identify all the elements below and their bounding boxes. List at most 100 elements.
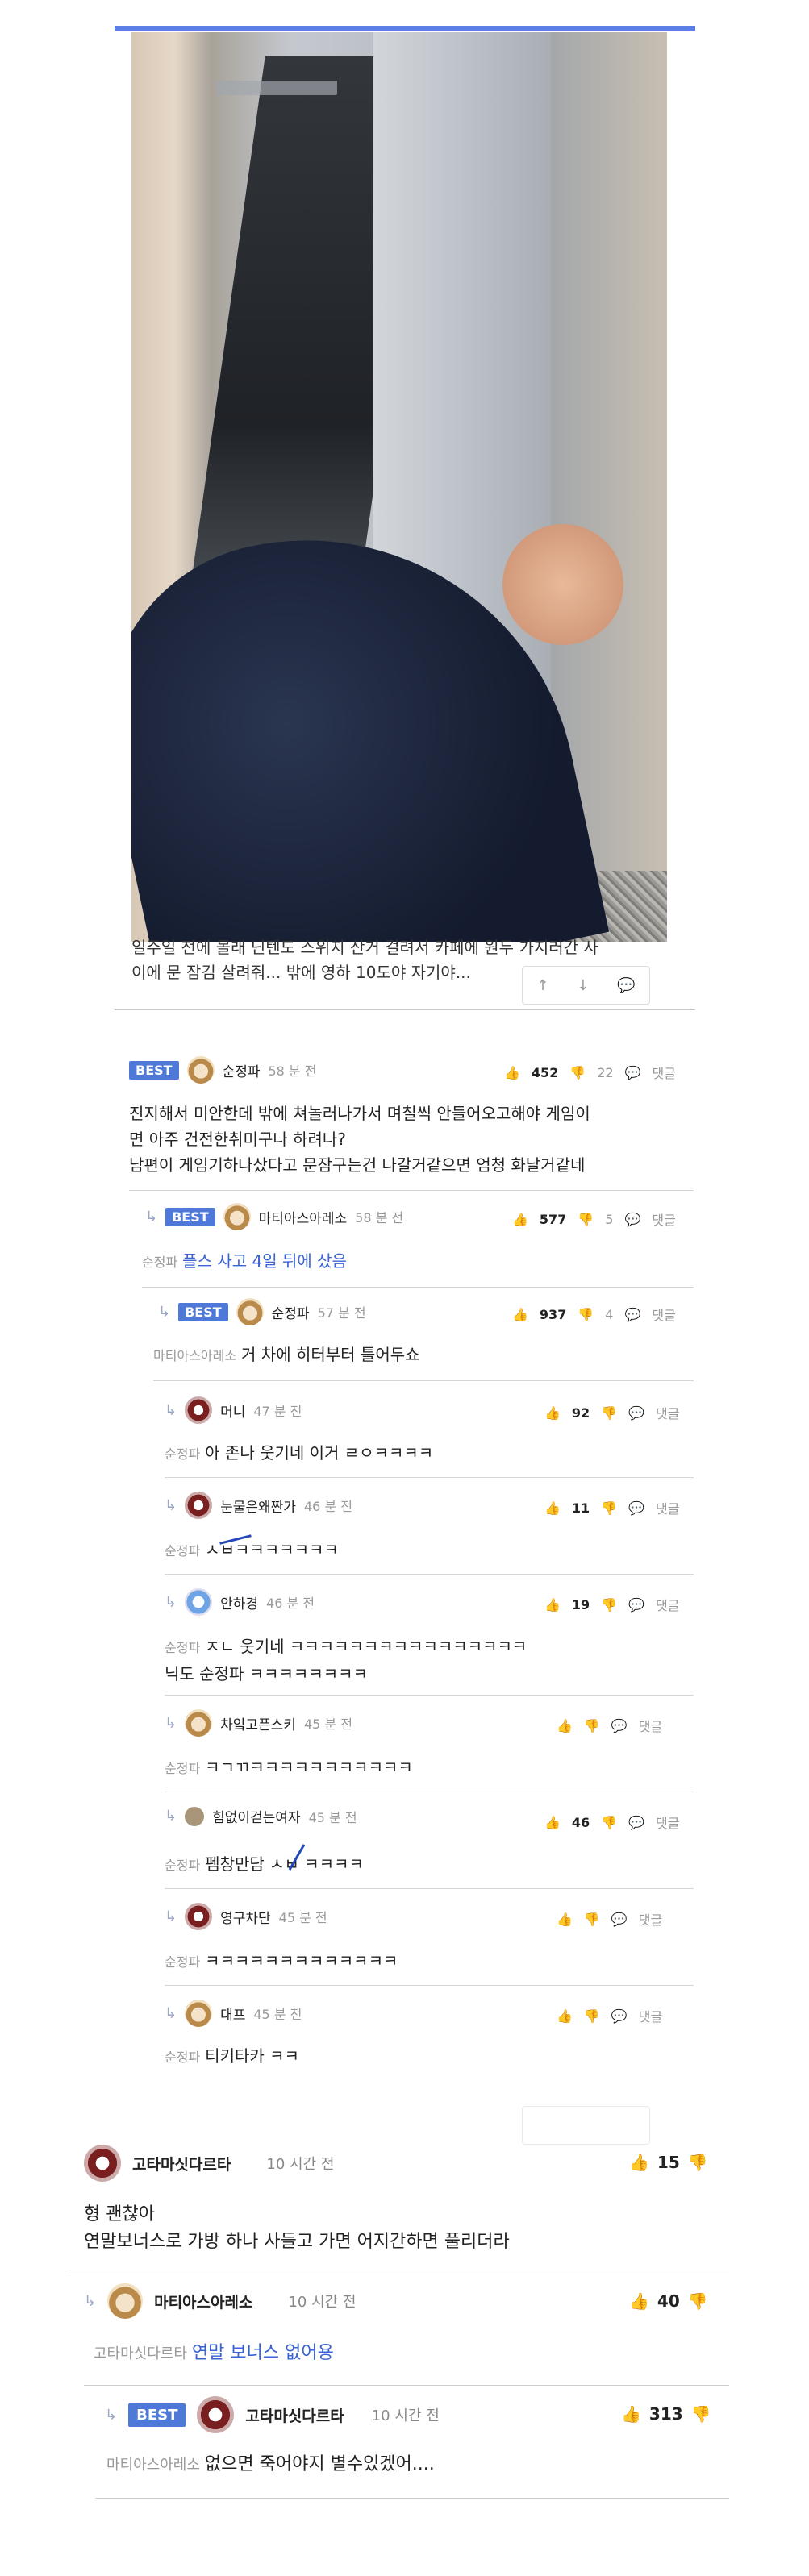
thumbs-down-icon[interactable]: 👎 (601, 1500, 617, 1516)
comment-author[interactable]: 마티아스아레소 (259, 1207, 347, 1227)
reply-link[interactable]: 댓글 (656, 1403, 679, 1422)
speech-icon[interactable]: 💬 (628, 1500, 644, 1516)
speech-icon[interactable]: 💬 (625, 1065, 641, 1080)
reply-link[interactable]: 댓글 (639, 1716, 662, 1735)
speech-icon[interactable]: 💬 (611, 1912, 628, 1927)
avatar[interactable] (185, 2000, 213, 2027)
comment-author[interactable]: 고타마싯다르타 (132, 2153, 231, 2174)
thumbs-down-icon[interactable]: 👎 (584, 1718, 600, 1733)
thumbs-up-icon[interactable]: 👍 (512, 1307, 528, 1322)
speech-icon[interactable]: 💬 (628, 1815, 644, 1830)
comment-header: ↳ BEST 마티아스아레소 58 분 전 (145, 1203, 403, 1230)
thumbs-down-icon[interactable]: 👎 (601, 1597, 617, 1613)
upvote-count: 313 (648, 2404, 683, 2424)
comment-time: 10 시간 전 (288, 2294, 357, 2311)
speech-icon[interactable]: 💬 (628, 1405, 644, 1421)
reply-link[interactable]: 댓글 (639, 2006, 662, 2025)
comment-author[interactable]: 고타마싯다르타 (245, 2404, 344, 2426)
thumbs-up-icon[interactable]: 👍 (504, 1065, 520, 1080)
speech-icon[interactable]: 💬 (611, 2008, 628, 2024)
thumbs-up-icon[interactable]: 👍 (629, 2153, 649, 2172)
comment-author[interactable]: 순정파 (272, 1302, 310, 1322)
comment-header: ↳ 영구차단 45 분 전 (165, 1903, 327, 1930)
reply-link[interactable]: 댓글 (652, 1305, 675, 1324)
thumbs-up-icon[interactable]: 👍 (544, 1405, 561, 1421)
avatar[interactable] (197, 2396, 235, 2433)
thumbs-up-icon[interactable]: 👍 (544, 1597, 561, 1613)
comment-author[interactable]: 영구차단 (220, 1907, 271, 1927)
avatar[interactable] (185, 1903, 213, 1930)
thumbs-down-icon[interactable]: 👎 (569, 1065, 586, 1080)
comment-icon[interactable]: 💬 (617, 977, 635, 994)
thumbs-down-icon[interactable]: 👎 (601, 1815, 617, 1830)
comment-body: 마티아스아레소 없으면 죽어야지 별수있겠어.... (106, 2451, 435, 2479)
speech-icon[interactable]: 💬 (628, 1597, 644, 1613)
comment-body: 마티아스아레소 거 차에 히터부터 틀어두쇼 (153, 1342, 420, 1369)
comment-author[interactable]: 안하경 (220, 1592, 258, 1613)
thumbs-up-icon[interactable]: 👍 (512, 1212, 528, 1227)
avatar[interactable] (185, 1588, 213, 1616)
thumbs-down-icon[interactable]: 👎 (584, 1912, 600, 1927)
avatar[interactable] (84, 2145, 121, 2182)
reply-link[interactable]: 댓글 (656, 1498, 679, 1517)
comment-divider (165, 1477, 694, 1478)
thumbs-down-icon[interactable]: 👎 (688, 2291, 708, 2311)
thumbs-up-icon[interactable]: 👍 (629, 2291, 649, 2311)
avatar[interactable] (186, 1056, 215, 1084)
thumbs-down-icon[interactable]: 👎 (584, 2008, 600, 2024)
comment-stats: 👍 19 👎 💬 댓글 (544, 1595, 679, 1614)
thumbs-up-icon[interactable]: 👍 (557, 1912, 573, 1927)
comment-author[interactable]: 순정파 (223, 1060, 261, 1080)
comment-author[interactable]: 대프 (220, 2004, 245, 2024)
comment-stats: 👍 👎 💬 댓글 (557, 1716, 662, 1735)
thumbs-down-icon[interactable]: 👎 (601, 1405, 617, 1421)
reply-link[interactable]: 댓글 (656, 1595, 679, 1614)
thumbs-up-icon[interactable]: 👍 (544, 1815, 561, 1830)
reply-link[interactable]: 댓글 (639, 1909, 662, 1929)
reply-to-name: 고타마싯다르타 (94, 2345, 187, 2362)
thumbs-down-icon[interactable]: 👎 (688, 2153, 708, 2172)
comment-author[interactable]: 차잌고픈스키 (220, 1713, 296, 1733)
speech-icon[interactable]: 💬 (624, 1212, 640, 1227)
comment-author[interactable]: 머니 (220, 1400, 245, 1421)
comment-header: ↳ 마티아스아레소 10 시간 전 (84, 2283, 357, 2319)
comment-header: ↳ BEST 순정파 57 분 전 (158, 1298, 366, 1325)
speech-icon[interactable]: 💬 (611, 1718, 628, 1733)
thumbs-up-icon[interactable]: 👍 (544, 1500, 561, 1516)
comment-line: 남편이 게임기하나샀다고 문잠구는건 나갈거같으면 엄청 화날거같네 (129, 1155, 586, 1175)
thumbs-up-icon[interactable]: 👍 (557, 1718, 573, 1733)
downvote-icon[interactable]: ↓ (577, 977, 589, 994)
comment-time: 10 시간 전 (371, 2407, 440, 2424)
upvote-count: 452 (531, 1064, 559, 1080)
avatar[interactable] (236, 1298, 264, 1325)
comment-divider (95, 2498, 729, 2499)
comment-body: 순정파 티키타카 ㅋㅋ (165, 2043, 299, 2070)
avatar[interactable] (223, 1203, 251, 1230)
thumbs-down-icon[interactable]: 👎 (578, 1212, 594, 1227)
reply-to-name: 순정파 (165, 1954, 201, 1970)
thumbs-down-icon[interactable]: 👎 (578, 1307, 594, 1322)
reply-arrow-icon: ↳ (158, 1303, 171, 1321)
thumbs-up-icon[interactable]: 👍 (557, 2008, 573, 2024)
avatar[interactable] (185, 1709, 213, 1737)
reply-link[interactable]: 댓글 (652, 1209, 675, 1229)
thumbs-up-icon[interactable]: 👍 (621, 2404, 641, 2424)
reply-link[interactable]: 댓글 (653, 1063, 676, 1082)
post-top-accent-bar (115, 26, 695, 31)
comment-header: ↳ 머니 47 분 전 (165, 1396, 302, 1424)
upvote-count: 46 (571, 1814, 590, 1830)
upvote-icon[interactable]: ↑ (536, 977, 548, 994)
comment-time: 57 분 전 (317, 1305, 366, 1321)
comment-author[interactable]: 눈물은왜짠가 (220, 1496, 296, 1516)
avatar[interactable] (185, 1492, 213, 1519)
speech-icon[interactable]: 💬 (624, 1307, 640, 1322)
avatar[interactable] (185, 1806, 205, 1826)
comment-body: 진지해서 미안한데 밖에 쳐놀러나가서 며칠씩 안들어오고해야 게임이 면 아주… (129, 1101, 590, 1178)
avatar[interactable] (107, 2283, 144, 2319)
avatar[interactable] (185, 1396, 213, 1424)
thumbs-down-icon[interactable]: 👎 (691, 2404, 711, 2424)
reply-link[interactable]: 댓글 (656, 1812, 679, 1832)
comment-author[interactable]: 마티아스아레소 (154, 2291, 252, 2312)
comment-divider (165, 1888, 694, 1889)
comment-author[interactable]: 힘없이걷는여자 (212, 1806, 300, 1826)
